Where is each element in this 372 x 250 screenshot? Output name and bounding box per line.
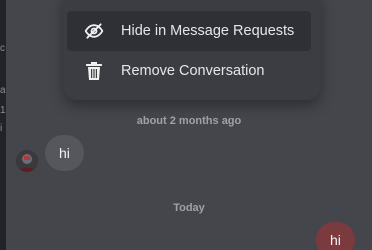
message-list: Hide in Message Requests Remove Conversa… [6, 0, 372, 250]
left-pane-fragment: c [0, 43, 5, 54]
avatar[interactable] [16, 150, 38, 172]
trash-icon [83, 60, 105, 82]
date-separator: about 2 months ago [136, 115, 242, 127]
context-menu: Hide in Message Requests Remove Conversa… [63, 0, 321, 100]
menu-item-label: Remove Conversation [121, 63, 265, 79]
menu-item-hide-in-requests[interactable]: Hide in Message Requests [67, 11, 311, 51]
left-pane-fragment: i [0, 123, 3, 134]
eye-off-icon [83, 20, 105, 42]
date-separator: Today [173, 202, 205, 214]
menu-item-label: Hide in Message Requests [121, 23, 295, 39]
left-pane-fragment: a [0, 85, 6, 96]
left-pane-fragment: 1 [0, 105, 6, 116]
outgoing-message-bubble[interactable]: hi [316, 222, 355, 250]
menu-item-remove-conversation[interactable]: Remove Conversation [67, 51, 311, 91]
conversation-view: c a 1 i Hide in Message Requests Remove … [0, 0, 372, 250]
incoming-message-bubble[interactable]: hi [45, 135, 84, 171]
